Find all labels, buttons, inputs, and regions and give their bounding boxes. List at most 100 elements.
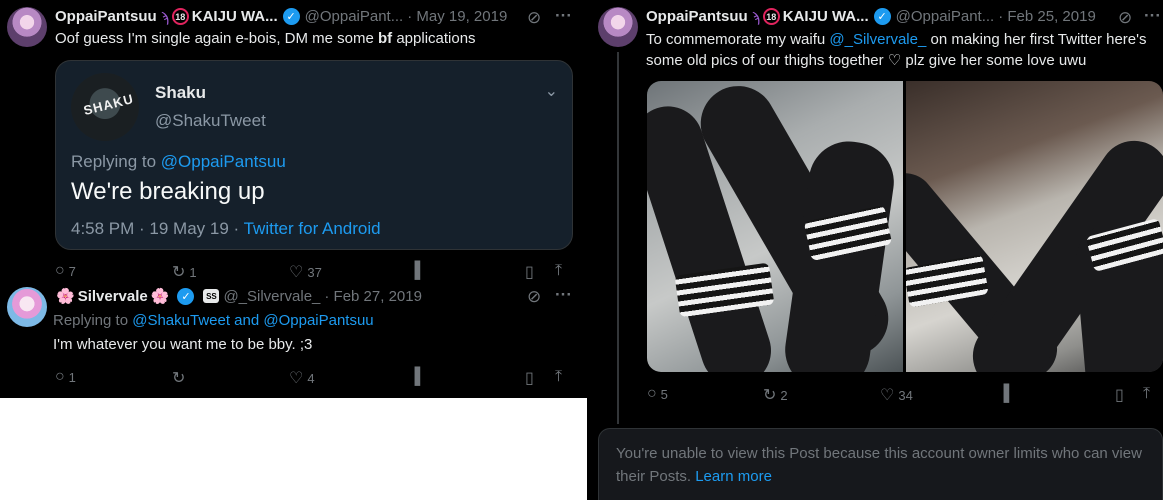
retweet-count: 2 (780, 387, 788, 403)
views-button[interactable]: ▐ (998, 385, 1013, 403)
handle[interactable]: @_Silvervale_ (223, 288, 320, 305)
like-button[interactable]: ♡ 37 (289, 262, 322, 282)
retweet-button[interactable]: ↻ 1 (172, 262, 197, 282)
reply-icon: ○ (55, 262, 65, 279)
photo-1[interactable] (647, 81, 903, 372)
horns-emoji-icon: ϡ (751, 8, 760, 25)
handle[interactable]: @OppaiPant... (896, 8, 995, 25)
replying-to: Replying to @ShakuTweet and @OppaiPantsu… (53, 311, 374, 331)
replying-handle-link[interactable]: @OppaiPantsuu (161, 152, 286, 171)
tweet-text: Oof guess I'm single again e-bois, DM me… (55, 29, 575, 49)
like-icon: ♡ (880, 387, 895, 404)
retweet-icon: ↻ (763, 387, 777, 404)
quoted-timestamp[interactable]: 4:58 PM · 19 May 19 · (71, 219, 244, 238)
retweet-button[interactable]: ↻ 2 (763, 385, 788, 405)
flower-emoji-icon: 🌸 (56, 288, 75, 305)
tweet-text: To commemorate my waifu @_Silvervale_ on… (646, 29, 1158, 71)
views-button[interactable]: ▐ (409, 368, 424, 386)
verified-icon: ✓ (873, 8, 891, 25)
adult-18-icon: 18 (762, 8, 780, 25)
share-button[interactable]: ⤒ (1143, 385, 1154, 403)
retweet-icon: ↻ (172, 370, 186, 387)
display-name[interactable]: OppaiPantsuu (55, 8, 157, 25)
quoted-handle[interactable]: @ShakuTweet (155, 111, 266, 131)
more-icon[interactable]: ··· (555, 6, 572, 26)
handle[interactable]: @OppaiPant... (305, 8, 404, 25)
tweet-media[interactable] (647, 81, 1163, 372)
share-button[interactable]: ⤒ (555, 368, 566, 386)
affiliate-badge-icon[interactable]: SS (203, 289, 220, 303)
display-name[interactable]: OppaiPantsuu (646, 8, 748, 25)
reply-button[interactable]: ○ 5 (647, 385, 668, 403)
horns-emoji-icon: ϡ (160, 8, 169, 25)
bookmark-button[interactable]: ▯ (525, 368, 538, 388)
bookmark-icon: ▯ (525, 264, 534, 281)
grok-icon[interactable]: ⊘ (1118, 8, 1132, 28)
like-count: 4 (307, 370, 315, 386)
replying-label: Replying to (71, 152, 161, 171)
retweet-count: 1 (189, 264, 197, 280)
tweet-actions: ○ 5 ↻ 2 ♡ 34 ▐ ▯ ⤒ (647, 385, 1163, 405)
reply-count: 5 (660, 386, 668, 402)
reply-icon: ○ (55, 368, 65, 385)
grok-icon[interactable]: ⊘ (527, 8, 541, 28)
tweet-text-part: To commemorate my waifu (646, 31, 830, 48)
replying-handles-link[interactable]: @ShakuTweet and @OppaiPantsuu (132, 312, 373, 329)
tweet-header: OppaiPantsuu ϡ 18 KAIJU WA... ✓ @OppaiPa… (646, 8, 1096, 25)
client-link[interactable]: Twitter for Android (244, 219, 381, 238)
tweet-text: I'm whatever you want me to be bby. ;3 (53, 336, 313, 353)
like-count: 37 (307, 264, 322, 280)
quoted-tweet-card[interactable]: SHAKU Shaku @ShakuTweet ⌄ Replying to @O… (55, 60, 573, 250)
verified-icon: ✓ (282, 8, 300, 25)
retweet-button[interactable]: ↻ (172, 368, 189, 388)
notice-text: You're unable to view this Post because … (616, 442, 1146, 488)
like-button[interactable]: ♡ 4 (289, 368, 315, 388)
avatar[interactable] (7, 7, 47, 47)
share-icon: ⤒ (1143, 385, 1151, 402)
avatar[interactable] (7, 287, 47, 327)
share-button[interactable]: ⤒ (555, 262, 566, 280)
display-name-suffix[interactable]: KAIJU WA... (783, 8, 869, 25)
like-icon: ♡ (289, 264, 304, 281)
tweet-text-part: Oof guess I'm single again e-bois, DM me… (55, 30, 378, 47)
tweet-header: OppaiPantsuu ϡ 18 KAIJU WA... ✓ @OppaiPa… (55, 8, 507, 25)
tweet-date[interactable]: · May 19, 2019 (407, 8, 507, 25)
quoted-replying-to: Replying to @OppaiPantsuu (71, 152, 286, 172)
like-count: 34 (898, 387, 913, 403)
avatar-logo-text: SHAKU (81, 91, 136, 118)
adult-18-icon: 18 (171, 8, 189, 25)
left-tweet-panel: OppaiPantsuu ϡ 18 KAIJU WA... ✓ @OppaiPa… (0, 0, 587, 398)
quoted-tweet-meta: 4:58 PM · 19 May 19 · Twitter for Androi… (71, 219, 381, 239)
learn-more-link[interactable]: Learn more (695, 468, 772, 485)
avatar[interactable] (598, 7, 638, 47)
photo-2[interactable] (906, 81, 1163, 372)
reply-button[interactable]: ○ 1 (55, 368, 76, 386)
tweet-actions: ○ 7 ↻ 1 ♡ 37 ▐ ▯ ⤒ (55, 262, 575, 282)
reply-count: 7 (68, 263, 76, 279)
like-button[interactable]: ♡ 34 (880, 385, 913, 405)
tweet-header: 🌸 Silvervale 🌸 ✓ SS @_Silvervale_ · Feb … (53, 287, 422, 305)
quoted-display-name[interactable]: Shaku (155, 83, 206, 103)
quoted-tweet-text: We're breaking up (71, 178, 265, 205)
grok-icon[interactable]: ⊘ (527, 287, 541, 307)
more-icon[interactable]: ··· (555, 285, 572, 305)
tweet-date[interactable]: · Feb 27, 2019 (324, 288, 422, 305)
share-icon: ⤒ (555, 262, 563, 279)
bookmark-icon: ▯ (525, 370, 534, 387)
verified-icon: ✓ (177, 287, 195, 305)
bookmark-button[interactable]: ▯ (525, 262, 538, 282)
more-icon[interactable]: ··· (1144, 6, 1161, 26)
reply-button[interactable]: ○ 7 (55, 262, 76, 280)
views-button[interactable]: ▐ (409, 262, 424, 280)
tweet-date[interactable]: · Feb 25, 2019 (998, 8, 1096, 25)
display-name[interactable]: Silvervale (78, 288, 148, 305)
quoted-avatar[interactable]: SHAKU (71, 73, 139, 141)
bookmark-button[interactable]: ▯ (1115, 385, 1128, 405)
replying-label: Replying to (53, 312, 133, 329)
share-icon: ⤒ (555, 368, 563, 385)
chevron-down-icon[interactable]: ⌄ (545, 81, 558, 101)
mention-link[interactable]: @_Silvervale_ (829, 31, 926, 48)
views-icon: ▐ (998, 385, 1010, 402)
bookmark-icon: ▯ (1115, 387, 1124, 404)
display-name-suffix[interactable]: KAIJU WA... (192, 8, 278, 25)
